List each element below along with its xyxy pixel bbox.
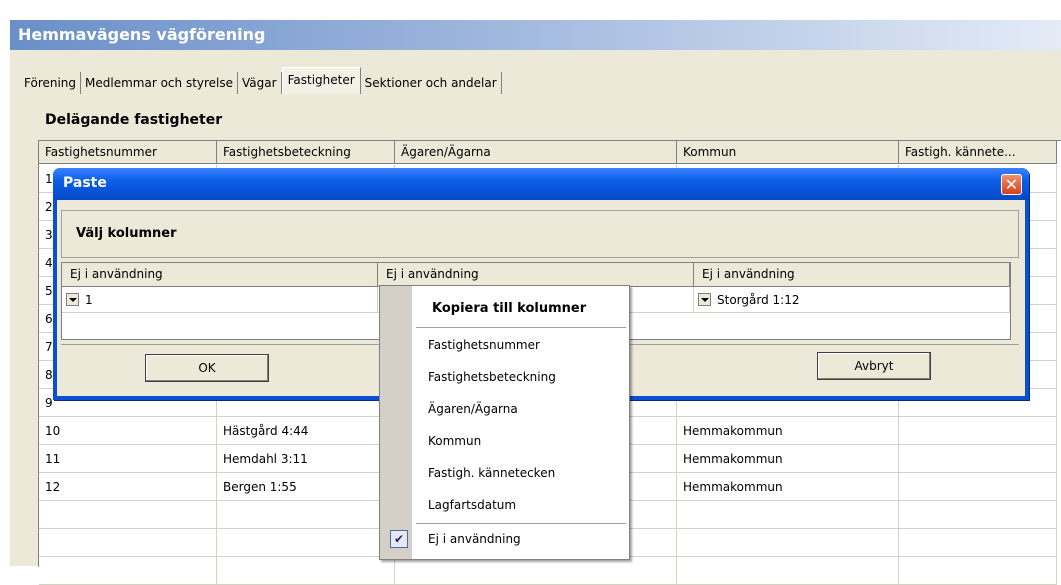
table-cell[interactable] [899, 473, 1057, 501]
tab-medlemmar[interactable]: Medlemmar och styrelse [81, 72, 239, 94]
cancel-button[interactable]: Avbryt [817, 352, 931, 380]
menu-item-fastighetsbeteckning[interactable]: Fastighetsbeteckning [428, 370, 556, 384]
column-header-kommun[interactable]: Kommun [677, 141, 899, 164]
table-cell[interactable] [677, 529, 899, 557]
menu-item-kommun[interactable]: Kommun [428, 434, 481, 448]
table-cell[interactable] [899, 501, 1057, 529]
table-cell[interactable] [677, 501, 899, 529]
table-cell[interactable]: Bergen 1:55 [217, 473, 395, 501]
menu-item-lagfartsdatum[interactable]: Lagfartsdatum [428, 498, 516, 512]
table-cell[interactable]: 12 [39, 473, 217, 501]
table-cell[interactable] [217, 501, 395, 529]
paste-cell-1[interactable]: 1 [62, 287, 378, 313]
app-window: Hemmavägens vägförening [0, 0, 1061, 56]
menu-item-fastighetsnummer[interactable]: Fastighetsnummer [428, 338, 540, 352]
choose-columns-label: Välj kolumner [76, 226, 177, 241]
table-cell[interactable] [217, 529, 395, 557]
table-cell[interactable] [899, 445, 1057, 473]
paste-grid-header: Ej i användning Ej i användning Ej i anv… [62, 263, 1010, 287]
checkmark-icon: ✔ [390, 530, 408, 548]
tab-strip: Förening Medlemmar och styrelse Vägar Fa… [20, 66, 502, 94]
table-cell[interactable]: Hästgård 4:44 [217, 417, 395, 445]
table-cell[interactable]: 10 [39, 417, 217, 445]
table-cell[interactable]: Hemmakommun [677, 473, 899, 501]
app-title: Hemmavägens vägförening [18, 25, 266, 44]
dropdown-arrow-icon[interactable] [66, 293, 79, 306]
table-cell[interactable]: Hemdahl 3:11 [217, 445, 395, 473]
column-context-menu: Kopiera till kolumner Fastighetsnummer F… [379, 285, 630, 560]
menu-separator [416, 523, 626, 524]
table-cell[interactable] [395, 557, 677, 585]
menu-item-ej-i-anvandning[interactable]: Ej i användning [428, 532, 521, 546]
tab-forening[interactable]: Förening [20, 72, 82, 94]
paste-column-header-3[interactable]: Ej i användning [694, 263, 1010, 287]
ok-button[interactable]: OK [145, 354, 269, 382]
section-heading: Delägande fastigheter [45, 112, 223, 128]
table-cell[interactable]: 11 [39, 445, 217, 473]
table-cell[interactable] [217, 557, 395, 585]
tab-vagar[interactable]: Vägar [238, 72, 282, 94]
column-header-kannetecken[interactable]: Fastigh. kännete... [899, 141, 1057, 164]
tab-fastigheter[interactable]: Fastigheter [281, 67, 361, 94]
dialog-title: Paste [63, 175, 107, 191]
menu-item-agare[interactable]: Ägaren/Ägarna [428, 402, 518, 416]
table-cell[interactable] [39, 501, 217, 529]
paste-cell-value-1: 1 [85, 292, 93, 307]
paste-column-header-2[interactable]: Ej i användning [378, 263, 694, 287]
table-cell[interactable] [39, 529, 217, 557]
close-icon[interactable]: ✕ [1001, 174, 1022, 195]
app-title-bar: Hemmavägens vägförening [10, 20, 1061, 50]
tab-sektioner[interactable]: Sektioner och andelar [361, 72, 502, 94]
column-header-fastighetsbeteckning[interactable]: Fastighetsbeteckning [217, 141, 395, 164]
dropdown-arrow-icon[interactable] [698, 293, 711, 306]
dialog-title-bar: Paste ✕ [53, 168, 1029, 200]
table-cell[interactable] [677, 557, 899, 585]
menu-header: Kopiera till kolumner [432, 301, 587, 316]
table-row[interactable] [39, 557, 1057, 585]
paste-cell-value-3: Storgård 1:12 [717, 292, 800, 307]
column-header-fastighetsnummer[interactable]: Fastighetsnummer [39, 141, 217, 164]
choose-columns-panel: Välj kolumner [61, 210, 1019, 258]
table-cell[interactable] [39, 557, 217, 585]
menu-gutter [380, 286, 412, 559]
table-cell[interactable] [899, 417, 1057, 445]
table-cell[interactable] [899, 557, 1057, 585]
column-header-agare[interactable]: Ägaren/Ägarna [395, 141, 677, 164]
table-cell[interactable] [899, 529, 1057, 557]
menu-item-kannetecken[interactable]: Fastigh. kännetecken [428, 466, 555, 480]
table-cell[interactable]: Hemmakommun [677, 417, 899, 445]
grid-header: Fastighetsnummer Fastighetsbeteckning Äg… [39, 141, 1057, 165]
table-cell[interactable]: Hemmakommun [677, 445, 899, 473]
menu-separator [416, 327, 626, 328]
paste-column-header-1[interactable]: Ej i användning [62, 263, 378, 287]
paste-cell-3[interactable]: Storgård 1:12 [694, 287, 1010, 313]
